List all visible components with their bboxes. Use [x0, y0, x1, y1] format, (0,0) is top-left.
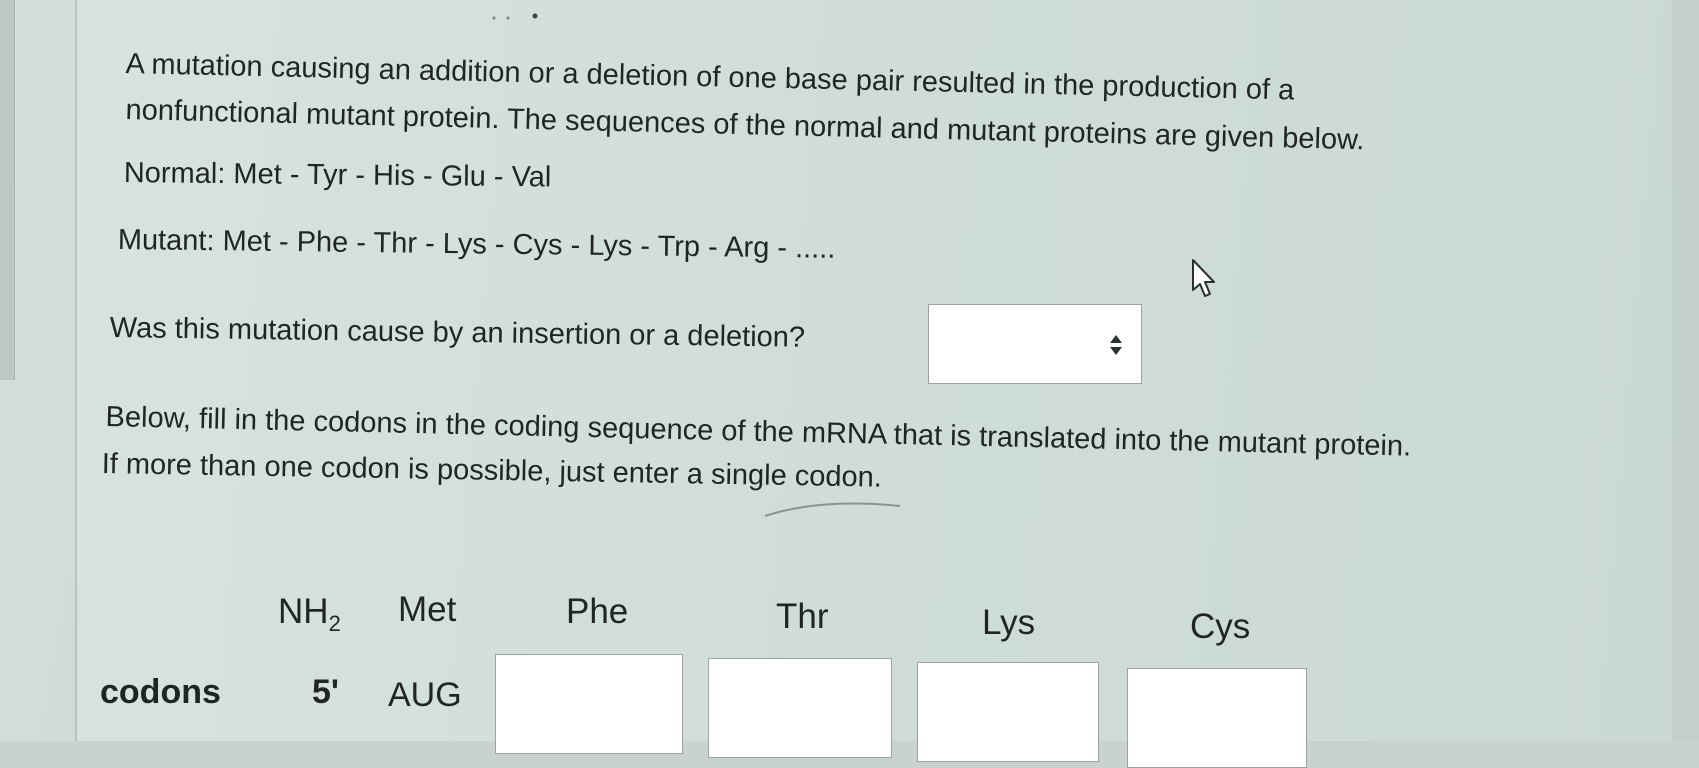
smudge-dots [492, 13, 538, 20]
codon-input-cys[interactable] [1127, 668, 1307, 768]
amino-acid-lys: Lys [982, 603, 1036, 642]
codon-input-phe[interactable] [495, 654, 683, 754]
amino-acid-cys: Cys [1190, 607, 1251, 646]
amino-acid-phe: Phe [566, 592, 629, 631]
screen: A mutation causing an addition or a dele… [0, 0, 1699, 768]
normal-sequence: Normal: Met - Tyr - His - Glu - Val [123, 157, 552, 194]
five-prime-label: 5' [312, 673, 339, 711]
pen-mark [764, 502, 901, 517]
amino-acid-met: Met [398, 590, 457, 629]
window-edge [0, 0, 15, 380]
amino-terminus-label: NH2 [278, 592, 341, 636]
mouse-pointer-icon [1192, 259, 1215, 297]
codon-aug: AUG [388, 676, 462, 714]
up-down-arrows-icon [1110, 335, 1122, 355]
codon-input-thr[interactable] [708, 658, 892, 758]
amino-acid-thr: Thr [776, 597, 829, 636]
insertion-deletion-select[interactable] [928, 304, 1142, 384]
codons-label: codons [100, 673, 221, 711]
codon-input-lys[interactable] [917, 662, 1099, 762]
